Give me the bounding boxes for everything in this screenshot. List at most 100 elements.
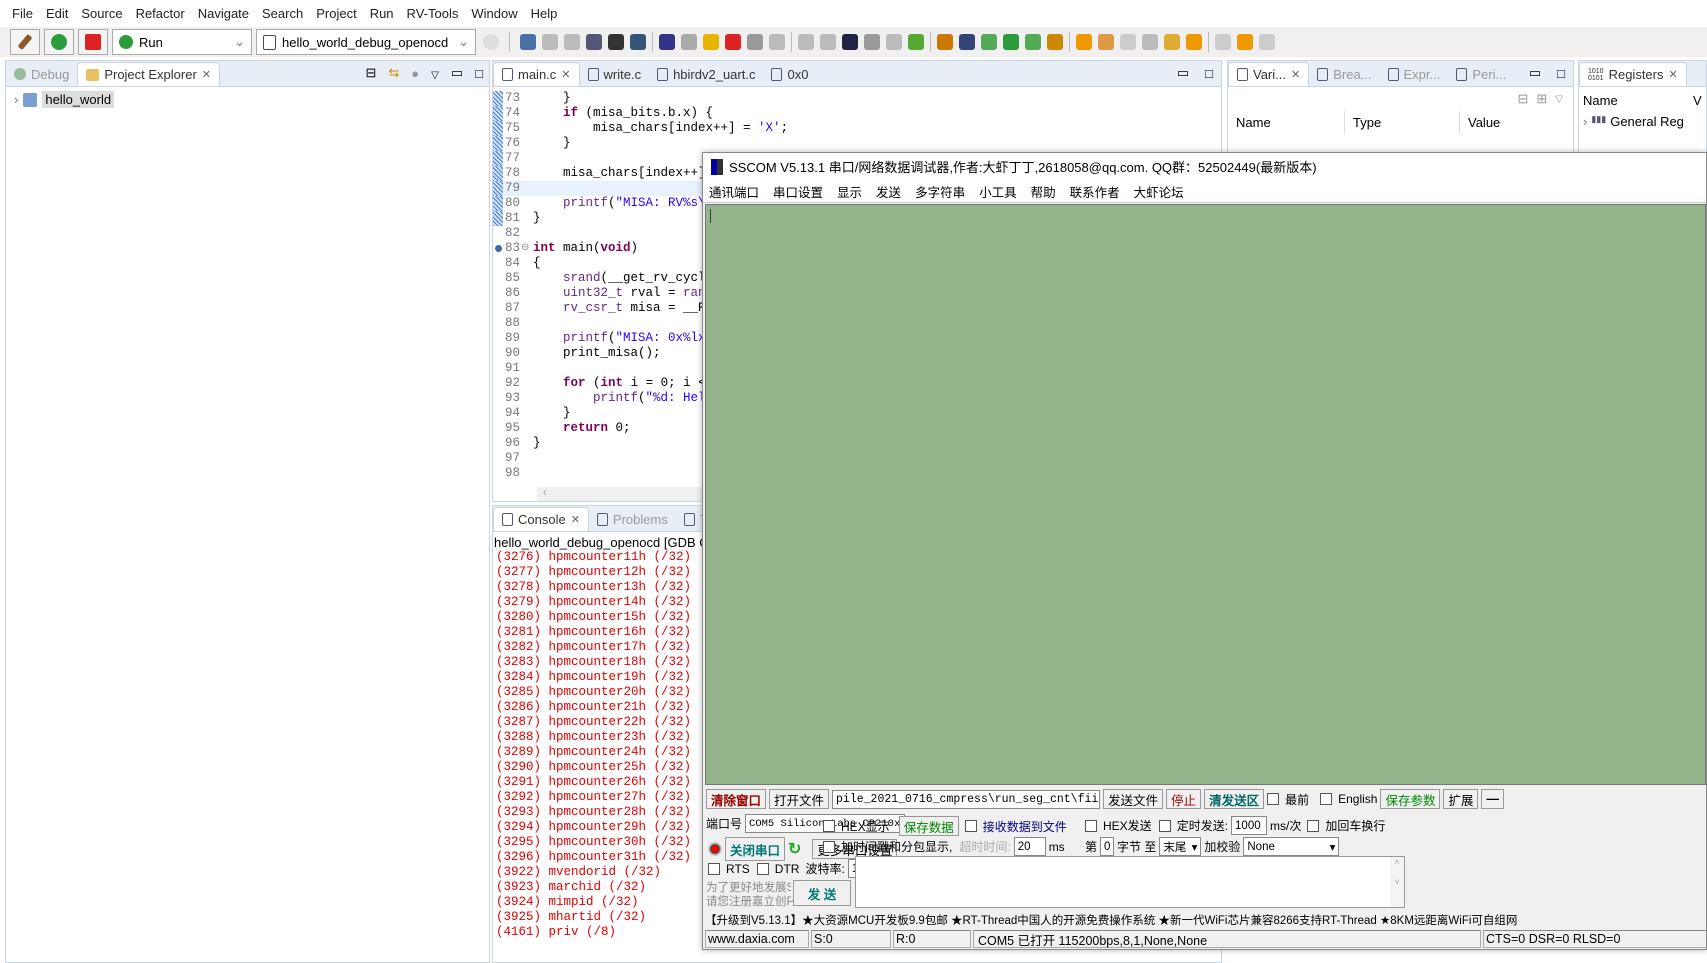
chevron-right-icon[interactable]: › [14,92,18,107]
build-button[interactable] [10,29,40,55]
dropdown-arrow-icon[interactable]: ▾ [1192,840,1198,854]
tab-project-explorer[interactable]: Project Explorer ✕ [77,62,221,86]
toolbar-action-icon[interactable] [703,34,719,50]
tab-console[interactable]: Console ✕ [493,507,589,531]
tab-problems[interactable]: Problems [589,507,676,531]
menu-refactor[interactable]: Refactor [136,6,185,21]
open-file-button[interactable]: 打开文件 [769,789,830,809]
toolbar-action-icon[interactable] [1003,34,1019,50]
close-icon[interactable]: ✕ [202,68,211,81]
timed-send-checkbox[interactable] [1158,819,1171,832]
promo-ticker[interactable]: 【升级到V5.13.1】★大资源MCU开发板9.9包邮 ★RT-Thread中国… [705,912,1706,927]
column-name[interactable]: Name [1228,111,1345,134]
byte-start-input[interactable]: 0 [1100,837,1115,856]
rts-checkbox[interactable] [708,862,720,875]
tab-brea-[interactable]: Brea... [1309,62,1379,86]
toolbar-action-icon[interactable] [659,34,675,50]
send-textarea[interactable]: ˄ ˅ [855,856,1405,908]
launch-config-select[interactable]: hello_world_debug_openocd ⌄ [256,29,476,55]
collapse-icon[interactable]: ⊟ [1517,91,1528,107]
toolbar-action-icon[interactable] [520,34,536,50]
new-icon[interactable]: ⊞ [1536,91,1547,107]
end-select[interactable]: 末尾 ▾ [1159,837,1202,856]
sscom-menu-item[interactable]: 大虾论坛 [1134,182,1184,201]
file-path-input[interactable]: pile_2021_0716_cmpress\run_seg_cnt\fii.b… [832,789,1101,809]
view-menu-icon[interactable]: ▽ [1555,94,1563,105]
timestamp-checkbox[interactable] [823,840,835,853]
toolbar-action-icon[interactable] [908,34,924,50]
view-menu-icon[interactable]: ▽ [431,70,439,81]
english-checkbox[interactable] [1320,793,1333,805]
menu-file[interactable]: File [12,6,33,21]
dtr-checkbox[interactable] [756,862,769,875]
sscom-menu-item[interactable]: 通讯端口 [709,182,759,201]
toolbar-action-icon[interactable] [937,34,953,50]
register-group-row[interactable]: › ▮▮▮ General Reg [1579,110,1706,133]
toolbar-action-icon[interactable] [564,34,580,50]
collapse-all-icon[interactable]: ⊟ [365,65,376,81]
column-value[interactable]: V [1693,93,1702,108]
close-icon[interactable]: ✕ [1291,68,1300,81]
sscom-menu-item[interactable]: 串口设置 [773,182,823,201]
tree-item-hello-world[interactable]: › hello_world [14,91,489,108]
sscom-menu-item[interactable]: 多字符串 [915,182,965,201]
toolbar-action-icon[interactable] [1142,34,1158,50]
tab-expr-[interactable]: Expr... [1380,62,1449,86]
tab-0x0[interactable]: 0x0 [763,62,816,86]
toolbar-action-icon[interactable] [1186,34,1202,50]
minimize-icon[interactable]: ▭ [451,65,463,81]
refresh-icon[interactable]: ↻ [788,839,801,859]
toolbar-action-icon[interactable] [586,34,602,50]
toolbar-action-icon[interactable] [608,34,624,50]
toolbar-action-icon[interactable] [542,34,558,50]
clear-send-button[interactable]: 清发送区 [1204,789,1265,809]
close-icon[interactable]: ✕ [571,513,580,526]
tab-main-c[interactable]: main.c ✕ [493,62,580,86]
tab-vari-[interactable]: Vari... ✕ [1228,62,1310,86]
column-type[interactable]: Type [1345,111,1460,134]
close-port-button[interactable]: 关闭串口 [725,837,785,861]
append-crlf-checkbox[interactable] [1307,819,1320,832]
maximize-icon[interactable]: □ [1205,66,1213,81]
menu-source[interactable]: Source [81,6,122,21]
launch-mode-select[interactable]: Run ⌄ [112,29,252,55]
toolbar-action-icon[interactable] [886,34,902,50]
toolbar-action-icon[interactable] [1025,34,1041,50]
recv-to-file-checkbox[interactable] [964,820,977,832]
toolbar-action-icon[interactable] [769,34,785,50]
tab-registers[interactable]: 1010 0101 Registers ✕ [1579,62,1687,86]
sscom-menu-item[interactable]: 发送 [876,182,901,201]
menu-edit[interactable]: Edit [46,6,68,21]
maximize-icon[interactable]: □ [475,66,483,81]
expand-button[interactable]: 扩展 [1443,789,1479,809]
menu-rv-tools[interactable]: RV-Tools [407,6,459,21]
minimize-icon[interactable]: ▭ [1177,65,1189,81]
sscom-menu-item[interactable]: 帮助 [1031,182,1056,201]
stop-button[interactable] [78,29,108,55]
toolbar-action-icon[interactable] [725,34,741,50]
launch-button[interactable] [44,29,74,55]
tab-hbirdv2-uart-c[interactable]: hbirdv2_uart.c [649,62,763,86]
receive-area[interactable] [705,204,1706,785]
toolbar-action-icon[interactable] [864,34,880,50]
toolbar-action-icon[interactable] [747,34,763,50]
sscom-menu-item[interactable]: 显示 [837,182,862,201]
menu-project[interactable]: Project [316,6,356,21]
toolbar-action-icon[interactable] [681,34,697,50]
clear-window-button[interactable]: 清除窗口 [706,789,767,809]
toolbar-action-icon[interactable] [842,34,858,50]
toolbar-action-icon[interactable] [959,34,975,50]
column-name[interactable]: Name [1583,93,1693,108]
toolbar-action-icon[interactable] [1076,34,1092,50]
send-button[interactable]: 发 送 [793,880,851,906]
toolbar-action-icon[interactable] [981,34,997,50]
minimize-icon[interactable]: ▭ [1529,65,1541,81]
menu-navigate[interactable]: Navigate [198,6,249,21]
fold-icon[interactable]: ⊖ [521,241,529,256]
site-link[interactable]: www.daxia.com [705,930,809,948]
menu-window[interactable]: Window [471,6,517,21]
tab-write-c[interactable]: write.c [580,62,650,86]
menu-search[interactable]: Search [262,6,303,21]
dropdown-arrow-icon[interactable]: ▾ [1330,840,1336,854]
stop-button[interactable]: 停止 [1166,789,1202,809]
